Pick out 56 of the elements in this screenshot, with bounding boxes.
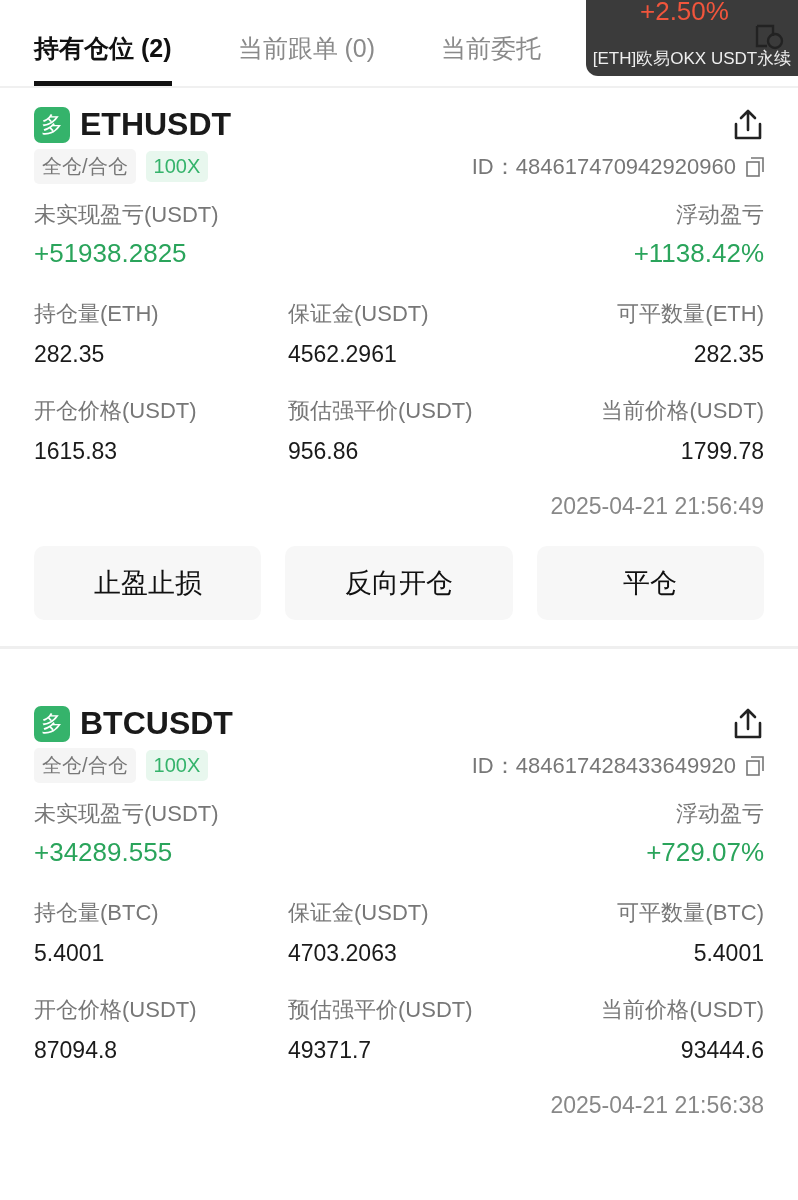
field-label: 开仓价格(USDT) <box>34 996 198 1024</box>
floating-widget[interactable]: +2.50% [ETH]欧易OKX USDT永续 <box>586 0 798 76</box>
field-value: 93444.6 <box>680 1037 764 1064</box>
field-value: 282.35 <box>693 341 764 368</box>
timestamp: 2025-04-21 21:56:49 <box>550 493 764 519</box>
copy-icon[interactable] <box>746 755 764 776</box>
field-label: 持仓量(ETH) <box>34 300 160 328</box>
action-button[interactable]: 平仓 <box>536 546 764 620</box>
field-value: 5.4001 <box>34 940 106 967</box>
field-label: 可平数量(ETH) <box>617 300 764 328</box>
field-label: 可平数量(BTC) <box>617 899 764 927</box>
long-badge: 多 <box>34 106 70 143</box>
field-label: 浮动盈亏 <box>676 800 764 828</box>
action-button[interactable]: 反向开仓 <box>285 546 513 620</box>
margin-mode-tag: 全仓/合仓 <box>34 748 136 783</box>
field-value: 49371.7 <box>288 1037 373 1064</box>
position-id: ID：484617470942920960 <box>471 152 736 181</box>
field-value: 87094.8 <box>34 1037 119 1064</box>
action-button[interactable]: 止盈止损 <box>34 546 262 620</box>
field-value: 4703.2063 <box>288 940 398 967</box>
field-value: 956.86 <box>288 438 360 465</box>
field-label: 预估强平价(USDT) <box>288 996 474 1024</box>
widget-title: [ETH]欧易OKX USDT永续 <box>592 48 792 70</box>
field-value: 1615.83 <box>34 438 119 465</box>
field-label: 未实现盈亏(USDT) <box>34 201 219 229</box>
pnl-value: +51938.2825 <box>34 238 188 269</box>
field-value: 1799.78 <box>680 438 764 465</box>
field-label: 当前价格(USDT) <box>601 397 764 425</box>
long-badge: 多 <box>34 705 70 742</box>
share-icon[interactable] <box>732 706 764 741</box>
field-label: 保证金(USDT) <box>288 300 430 328</box>
field-label: 当前价格(USDT) <box>601 996 764 1024</box>
tab[interactable]: 持有仓位 (2) <box>34 30 172 86</box>
field-label: 浮动盈亏 <box>676 201 764 229</box>
pnl-ratio: +729.07% <box>646 837 764 868</box>
leverage-tag: 100X <box>145 151 209 182</box>
pnl-ratio: +1138.42% <box>633 238 764 269</box>
field-value: 282.35 <box>34 341 106 368</box>
leverage-tag: 100X <box>145 750 209 781</box>
symbol-name: ETHUSDT <box>80 106 232 143</box>
timestamp: 2025-04-21 21:56:38 <box>550 1092 764 1118</box>
field-label: 开仓价格(USDT) <box>34 397 198 425</box>
position-id: ID：484617428433649920 <box>471 751 736 780</box>
price-change: +2.50% <box>640 0 729 27</box>
margin-mode-tag: 全仓/合仓 <box>34 149 136 184</box>
field-label: 预估强平价(USDT) <box>288 397 474 425</box>
copy-icon[interactable] <box>746 156 764 177</box>
pnl-value: +34289.555 <box>34 837 174 868</box>
field-label: 未实现盈亏(USDT) <box>34 800 219 828</box>
field-value: 4562.2961 <box>288 341 398 368</box>
document-clock-icon <box>754 24 784 50</box>
symbol-name: BTCUSDT <box>80 705 233 742</box>
field-value: 5.4001 <box>693 940 764 967</box>
field-label: 保证金(USDT) <box>288 899 430 927</box>
share-icon[interactable] <box>732 107 764 142</box>
field-label: 持仓量(BTC) <box>34 899 160 927</box>
